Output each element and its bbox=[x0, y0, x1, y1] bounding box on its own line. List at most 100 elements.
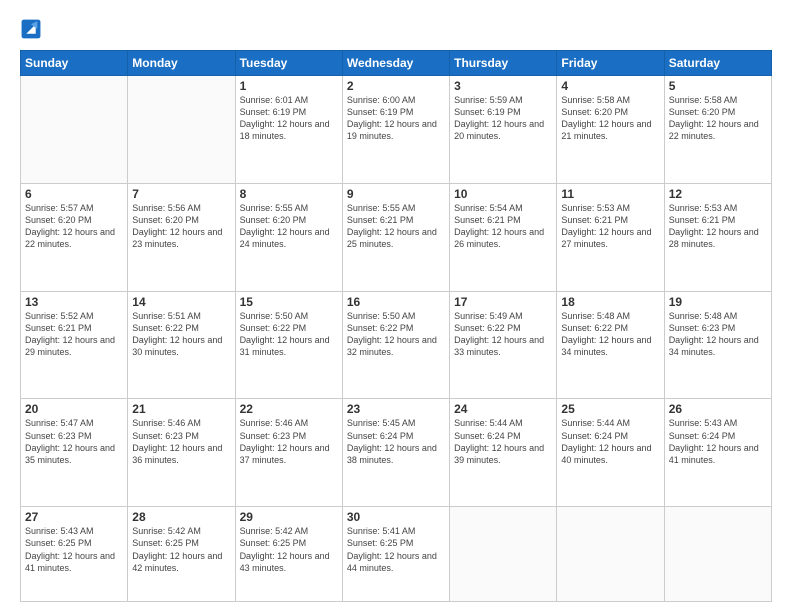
calendar-cell: 28Sunrise: 5:42 AM Sunset: 6:25 PM Dayli… bbox=[128, 507, 235, 602]
week-row-3: 13Sunrise: 5:52 AM Sunset: 6:21 PM Dayli… bbox=[21, 291, 772, 399]
calendar-cell: 21Sunrise: 5:46 AM Sunset: 6:23 PM Dayli… bbox=[128, 399, 235, 507]
calendar-cell: 18Sunrise: 5:48 AM Sunset: 6:22 PM Dayli… bbox=[557, 291, 664, 399]
day-number: 11 bbox=[561, 187, 659, 201]
day-number: 23 bbox=[347, 402, 445, 416]
day-number: 4 bbox=[561, 79, 659, 93]
calendar-cell: 19Sunrise: 5:48 AM Sunset: 6:23 PM Dayli… bbox=[664, 291, 771, 399]
weekday-header-row: SundayMondayTuesdayWednesdayThursdayFrid… bbox=[21, 51, 772, 76]
day-number: 24 bbox=[454, 402, 552, 416]
day-number: 8 bbox=[240, 187, 338, 201]
calendar-cell bbox=[450, 507, 557, 602]
calendar-cell: 27Sunrise: 5:43 AM Sunset: 6:25 PM Dayli… bbox=[21, 507, 128, 602]
week-row-2: 6Sunrise: 5:57 AM Sunset: 6:20 PM Daylig… bbox=[21, 183, 772, 291]
day-number: 25 bbox=[561, 402, 659, 416]
day-info: Sunrise: 5:51 AM Sunset: 6:22 PM Dayligh… bbox=[132, 310, 230, 359]
day-info: Sunrise: 5:52 AM Sunset: 6:21 PM Dayligh… bbox=[25, 310, 123, 359]
calendar-cell: 15Sunrise: 5:50 AM Sunset: 6:22 PM Dayli… bbox=[235, 291, 342, 399]
day-number: 17 bbox=[454, 295, 552, 309]
page: SundayMondayTuesdayWednesdayThursdayFrid… bbox=[0, 0, 792, 612]
calendar-cell: 9Sunrise: 5:55 AM Sunset: 6:21 PM Daylig… bbox=[342, 183, 449, 291]
calendar-cell: 17Sunrise: 5:49 AM Sunset: 6:22 PM Dayli… bbox=[450, 291, 557, 399]
day-info: Sunrise: 5:42 AM Sunset: 6:25 PM Dayligh… bbox=[132, 525, 230, 574]
day-number: 9 bbox=[347, 187, 445, 201]
week-row-5: 27Sunrise: 5:43 AM Sunset: 6:25 PM Dayli… bbox=[21, 507, 772, 602]
weekday-header-saturday: Saturday bbox=[664, 51, 771, 76]
day-number: 30 bbox=[347, 510, 445, 524]
day-info: Sunrise: 5:48 AM Sunset: 6:22 PM Dayligh… bbox=[561, 310, 659, 359]
calendar-cell: 23Sunrise: 5:45 AM Sunset: 6:24 PM Dayli… bbox=[342, 399, 449, 507]
calendar-cell: 8Sunrise: 5:55 AM Sunset: 6:20 PM Daylig… bbox=[235, 183, 342, 291]
day-number: 16 bbox=[347, 295, 445, 309]
day-info: Sunrise: 5:43 AM Sunset: 6:24 PM Dayligh… bbox=[669, 417, 767, 466]
day-number: 10 bbox=[454, 187, 552, 201]
day-info: Sunrise: 5:57 AM Sunset: 6:20 PM Dayligh… bbox=[25, 202, 123, 251]
calendar-cell: 29Sunrise: 5:42 AM Sunset: 6:25 PM Dayli… bbox=[235, 507, 342, 602]
day-number: 14 bbox=[132, 295, 230, 309]
day-info: Sunrise: 5:46 AM Sunset: 6:23 PM Dayligh… bbox=[240, 417, 338, 466]
calendar-cell: 30Sunrise: 5:41 AM Sunset: 6:25 PM Dayli… bbox=[342, 507, 449, 602]
day-info: Sunrise: 5:55 AM Sunset: 6:21 PM Dayligh… bbox=[347, 202, 445, 251]
calendar-cell bbox=[557, 507, 664, 602]
day-info: Sunrise: 5:55 AM Sunset: 6:20 PM Dayligh… bbox=[240, 202, 338, 251]
day-number: 20 bbox=[25, 402, 123, 416]
day-info: Sunrise: 5:56 AM Sunset: 6:20 PM Dayligh… bbox=[132, 202, 230, 251]
weekday-header-sunday: Sunday bbox=[21, 51, 128, 76]
calendar-cell: 25Sunrise: 5:44 AM Sunset: 6:24 PM Dayli… bbox=[557, 399, 664, 507]
day-info: Sunrise: 5:48 AM Sunset: 6:23 PM Dayligh… bbox=[669, 310, 767, 359]
day-number: 26 bbox=[669, 402, 767, 416]
day-info: Sunrise: 5:47 AM Sunset: 6:23 PM Dayligh… bbox=[25, 417, 123, 466]
day-info: Sunrise: 5:58 AM Sunset: 6:20 PM Dayligh… bbox=[561, 94, 659, 143]
calendar-cell: 16Sunrise: 5:50 AM Sunset: 6:22 PM Dayli… bbox=[342, 291, 449, 399]
calendar-cell: 7Sunrise: 5:56 AM Sunset: 6:20 PM Daylig… bbox=[128, 183, 235, 291]
calendar-cell: 20Sunrise: 5:47 AM Sunset: 6:23 PM Dayli… bbox=[21, 399, 128, 507]
calendar-table: SundayMondayTuesdayWednesdayThursdayFrid… bbox=[20, 50, 772, 602]
day-number: 1 bbox=[240, 79, 338, 93]
day-info: Sunrise: 5:50 AM Sunset: 6:22 PM Dayligh… bbox=[347, 310, 445, 359]
day-number: 19 bbox=[669, 295, 767, 309]
day-info: Sunrise: 5:43 AM Sunset: 6:25 PM Dayligh… bbox=[25, 525, 123, 574]
calendar-cell: 12Sunrise: 5:53 AM Sunset: 6:21 PM Dayli… bbox=[664, 183, 771, 291]
calendar-cell: 13Sunrise: 5:52 AM Sunset: 6:21 PM Dayli… bbox=[21, 291, 128, 399]
day-info: Sunrise: 5:44 AM Sunset: 6:24 PM Dayligh… bbox=[454, 417, 552, 466]
day-number: 12 bbox=[669, 187, 767, 201]
day-info: Sunrise: 5:46 AM Sunset: 6:23 PM Dayligh… bbox=[132, 417, 230, 466]
day-info: Sunrise: 5:50 AM Sunset: 6:22 PM Dayligh… bbox=[240, 310, 338, 359]
calendar-cell: 3Sunrise: 5:59 AM Sunset: 6:19 PM Daylig… bbox=[450, 76, 557, 184]
day-number: 18 bbox=[561, 295, 659, 309]
weekday-header-monday: Monday bbox=[128, 51, 235, 76]
calendar-cell: 4Sunrise: 5:58 AM Sunset: 6:20 PM Daylig… bbox=[557, 76, 664, 184]
calendar-cell: 2Sunrise: 6:00 AM Sunset: 6:19 PM Daylig… bbox=[342, 76, 449, 184]
day-info: Sunrise: 5:42 AM Sunset: 6:25 PM Dayligh… bbox=[240, 525, 338, 574]
weekday-header-tuesday: Tuesday bbox=[235, 51, 342, 76]
logo-icon bbox=[20, 18, 42, 40]
calendar-cell bbox=[128, 76, 235, 184]
weekday-header-wednesday: Wednesday bbox=[342, 51, 449, 76]
day-number: 29 bbox=[240, 510, 338, 524]
week-row-1: 1Sunrise: 6:01 AM Sunset: 6:19 PM Daylig… bbox=[21, 76, 772, 184]
day-number: 6 bbox=[25, 187, 123, 201]
day-number: 13 bbox=[25, 295, 123, 309]
day-info: Sunrise: 5:49 AM Sunset: 6:22 PM Dayligh… bbox=[454, 310, 552, 359]
day-number: 3 bbox=[454, 79, 552, 93]
day-number: 7 bbox=[132, 187, 230, 201]
calendar-cell: 10Sunrise: 5:54 AM Sunset: 6:21 PM Dayli… bbox=[450, 183, 557, 291]
calendar-cell: 26Sunrise: 5:43 AM Sunset: 6:24 PM Dayli… bbox=[664, 399, 771, 507]
calendar-cell: 24Sunrise: 5:44 AM Sunset: 6:24 PM Dayli… bbox=[450, 399, 557, 507]
day-number: 28 bbox=[132, 510, 230, 524]
day-number: 15 bbox=[240, 295, 338, 309]
calendar-cell bbox=[21, 76, 128, 184]
header bbox=[20, 18, 772, 40]
day-info: Sunrise: 5:58 AM Sunset: 6:20 PM Dayligh… bbox=[669, 94, 767, 143]
weekday-header-thursday: Thursday bbox=[450, 51, 557, 76]
calendar-cell: 6Sunrise: 5:57 AM Sunset: 6:20 PM Daylig… bbox=[21, 183, 128, 291]
day-info: Sunrise: 5:41 AM Sunset: 6:25 PM Dayligh… bbox=[347, 525, 445, 574]
calendar-cell bbox=[664, 507, 771, 602]
day-info: Sunrise: 5:44 AM Sunset: 6:24 PM Dayligh… bbox=[561, 417, 659, 466]
weekday-header-friday: Friday bbox=[557, 51, 664, 76]
day-info: Sunrise: 5:59 AM Sunset: 6:19 PM Dayligh… bbox=[454, 94, 552, 143]
week-row-4: 20Sunrise: 5:47 AM Sunset: 6:23 PM Dayli… bbox=[21, 399, 772, 507]
calendar-cell: 14Sunrise: 5:51 AM Sunset: 6:22 PM Dayli… bbox=[128, 291, 235, 399]
logo bbox=[20, 18, 46, 40]
day-info: Sunrise: 5:54 AM Sunset: 6:21 PM Dayligh… bbox=[454, 202, 552, 251]
day-info: Sunrise: 5:53 AM Sunset: 6:21 PM Dayligh… bbox=[669, 202, 767, 251]
